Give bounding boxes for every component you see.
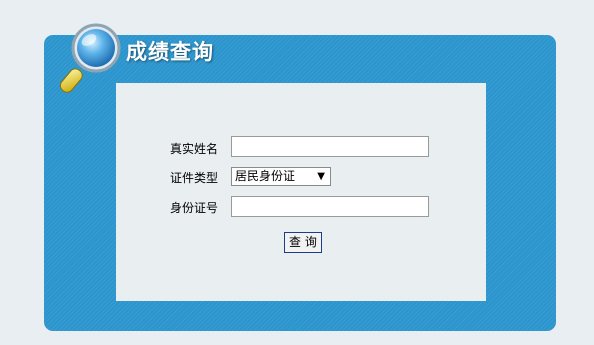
id-type-selected-value: 居民身份证 bbox=[235, 169, 296, 183]
name-label: 真实姓名 bbox=[170, 142, 219, 156]
page-title: 成绩查询 bbox=[126, 40, 214, 64]
name-input[interactable] bbox=[231, 136, 429, 157]
query-button[interactable]: 查 询 bbox=[284, 232, 322, 253]
id-number-input[interactable] bbox=[231, 196, 429, 217]
id-type-select[interactable]: 居民身份证 ▼ bbox=[231, 167, 331, 186]
id-type-label: 证件类型 bbox=[170, 171, 219, 185]
triangle-down-icon: ▼ bbox=[317, 171, 325, 182]
query-form: 真实姓名 证件类型 居民身份证 ▼ 身份证号 查 询 bbox=[116, 83, 486, 301]
id-number-label: 身份证号 bbox=[170, 201, 219, 215]
